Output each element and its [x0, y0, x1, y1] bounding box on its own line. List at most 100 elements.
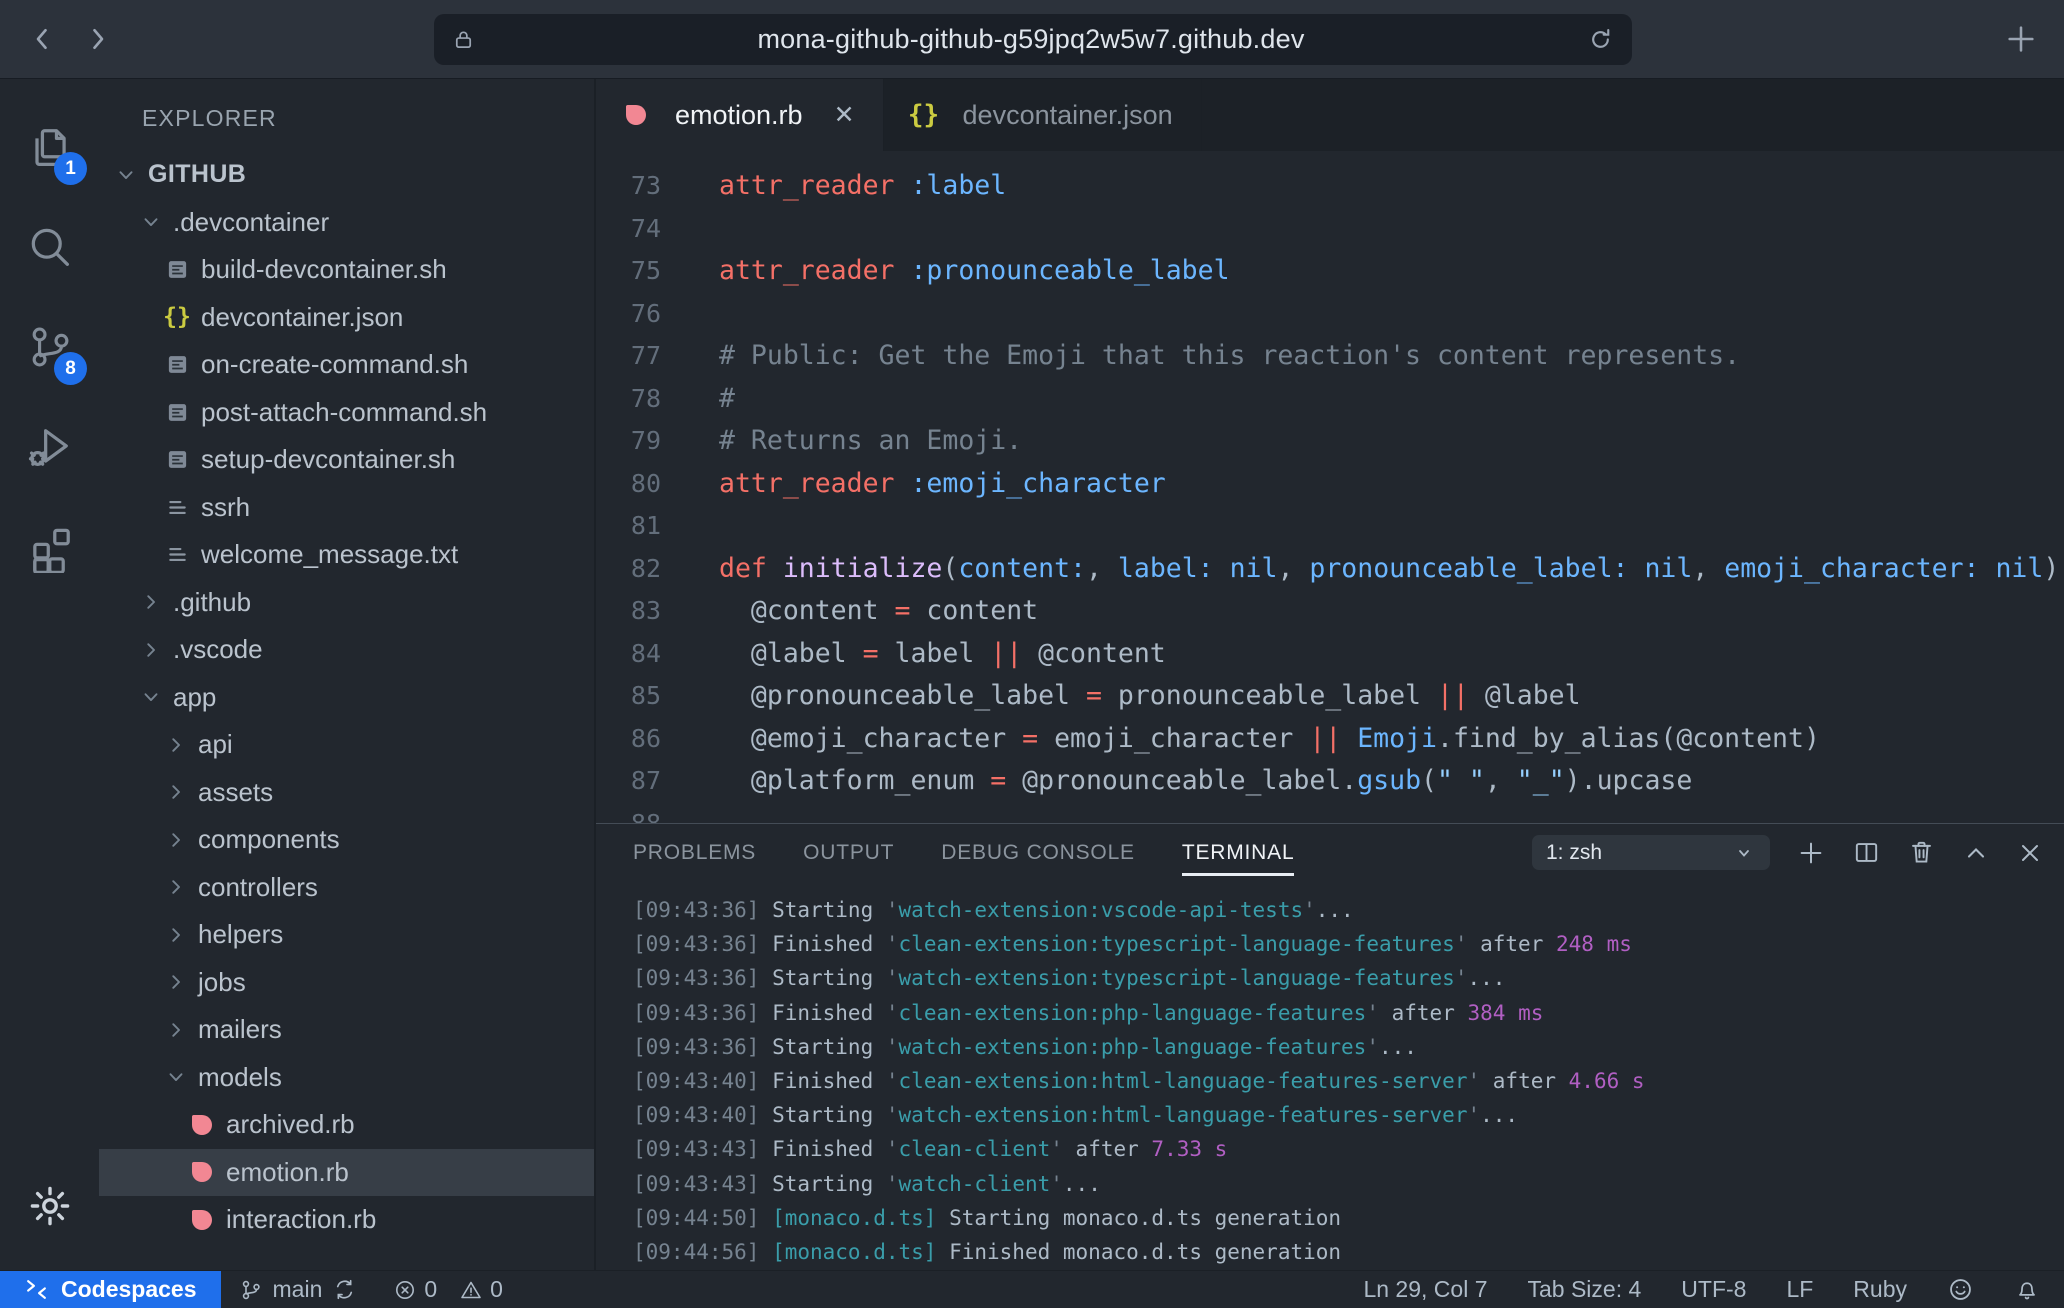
- code-token: emoji_character: [1038, 723, 1309, 754]
- eol-sequence[interactable]: LF: [1786, 1276, 1813, 1303]
- status-bar: Codespaces main 0 0 Ln 29, Col 7 Tab Siz…: [0, 1270, 2064, 1308]
- code-token: @emoji_character: [719, 723, 1022, 754]
- tree-item-devcontainer-json[interactable]: {}devcontainer.json: [99, 294, 594, 342]
- chevron-right-icon: [165, 781, 187, 803]
- terminal-token: [09:44:56]: [633, 1240, 772, 1264]
- feedback-smiley-icon[interactable]: [1947, 1276, 1974, 1303]
- new-terminal-icon[interactable]: [1796, 838, 1826, 868]
- code-token: =: [1086, 680, 1102, 711]
- tree-item-label: build-devcontainer.sh: [201, 254, 447, 285]
- activitybar-source-control[interactable]: 8: [0, 297, 99, 397]
- tree-item-archived-rb[interactable]: archived.rb: [99, 1101, 594, 1149]
- settings-gear-button[interactable]: [0, 1156, 99, 1256]
- tree-item-welcome-message-txt[interactable]: welcome_message.txt: [99, 531, 594, 579]
- terminal-line: [09:43:36] Starting 'watch-extension:vsc…: [633, 893, 2064, 927]
- tree-item-build-devcontainer-sh[interactable]: build-devcontainer.sh: [99, 246, 594, 294]
- panel-tab-debug-console[interactable]: DEBUG CONSOLE: [941, 824, 1135, 881]
- code-token: (: [942, 553, 958, 584]
- activitybar-run-debug[interactable]: [0, 397, 99, 497]
- code-line-85: 85 @pronounceable_label = pronounceable_…: [596, 675, 2064, 718]
- refresh-icon[interactable]: [1587, 26, 1614, 53]
- terminal-token: ': [886, 898, 899, 922]
- lock-icon: [452, 28, 475, 51]
- back-icon[interactable]: [28, 24, 58, 54]
- line-number: 81: [596, 505, 661, 548]
- new-tab-icon[interactable]: [2004, 22, 2038, 56]
- terminal-output[interactable]: [09:43:36] Starting 'watch-extension:vsc…: [596, 881, 2064, 1270]
- tab-size[interactable]: Tab Size: 4: [1527, 1276, 1641, 1303]
- panel-tab-output[interactable]: OUTPUT: [803, 824, 894, 881]
- chevron-right-icon: [165, 829, 187, 851]
- tree-item--devcontainer[interactable]: .devcontainer: [99, 199, 594, 247]
- address-bar[interactable]: mona-github-github-g59jpq2w5w7.github.de…: [434, 14, 1632, 65]
- split-terminal-icon[interactable]: [1852, 838, 1881, 867]
- code-token: =: [990, 765, 1006, 796]
- terminal-line: [09:43:36] Starting 'watch-extension:php…: [633, 1030, 2064, 1064]
- tree-item-models[interactable]: models: [99, 1054, 594, 1102]
- forward-icon[interactable]: [82, 24, 112, 54]
- branch-indicator[interactable]: main: [221, 1271, 376, 1308]
- tree-item-label: devcontainer.json: [201, 302, 403, 333]
- line-number: 88: [596, 803, 661, 824]
- code-token: attr_reader: [719, 255, 895, 286]
- close-tab-icon[interactable]: ✕: [834, 100, 855, 130]
- terminal-token: ': [886, 966, 899, 990]
- sync-icon[interactable]: [332, 1277, 357, 1302]
- status-left: Codespaces main 0 0: [0, 1271, 521, 1308]
- code-editor[interactable]: 73attr_reader :label7475attr_reader :pro…: [596, 151, 2064, 823]
- encoding[interactable]: UTF-8: [1681, 1276, 1746, 1303]
- code-text: # Returns an Emoji.: [661, 420, 1022, 463]
- maximize-panel-icon[interactable]: [1962, 839, 1990, 867]
- tree-item-emotion-rb[interactable]: emotion.rb: [99, 1149, 594, 1197]
- terminal-token: ': [1467, 1069, 1480, 1093]
- code-text: [661, 505, 719, 548]
- tree-item-controllers[interactable]: controllers: [99, 864, 594, 912]
- terminal-line: [09:44:50] [monaco.d.ts] Starting monaco…: [633, 1201, 2064, 1235]
- tree-item-on-create-command-sh[interactable]: on-create-command.sh: [99, 341, 594, 389]
- terminal-selector[interactable]: 1: zsh: [1532, 835, 1770, 870]
- tree-item-interaction-rb[interactable]: interaction.rb: [99, 1196, 594, 1244]
- chevron-right-icon: [165, 876, 187, 898]
- tree-item-api[interactable]: api: [99, 721, 594, 769]
- tree-item-post-attach-command-sh[interactable]: post-attach-command.sh: [99, 389, 594, 437]
- panel-tab-problems[interactable]: PROBLEMS: [633, 824, 756, 881]
- tree-item-jobs[interactable]: jobs: [99, 959, 594, 1007]
- tree-item-app[interactable]: app: [99, 674, 594, 722]
- tree-item-label: on-create-command.sh: [201, 349, 468, 380]
- terminal-line: [09:44:56] [monaco.d.ts] Finished monaco…: [633, 1235, 2064, 1269]
- tree-item-helpers[interactable]: helpers: [99, 911, 594, 959]
- activitybar-search[interactable]: [0, 197, 99, 297]
- tree-item-assets[interactable]: assets: [99, 769, 594, 817]
- explorer-title: EXPLORER: [99, 79, 594, 132]
- line-number: 74: [596, 208, 661, 251]
- notifications-bell-icon[interactable]: [2014, 1277, 2040, 1303]
- code-token: content:: [958, 553, 1086, 584]
- code-text: attr_reader :label: [661, 165, 1006, 208]
- activitybar-explorer[interactable]: 1: [0, 97, 99, 197]
- tree-item-components[interactable]: components: [99, 816, 594, 864]
- line-number: 83: [596, 590, 661, 633]
- tree-item--vscode[interactable]: .vscode: [99, 626, 594, 674]
- activitybar-extensions[interactable]: [0, 497, 99, 597]
- code-text: @label = label || @content: [661, 633, 1166, 676]
- codespaces-remote-button[interactable]: Codespaces: [0, 1271, 221, 1308]
- terminal-token: ': [886, 1137, 899, 1161]
- tab-devcontainer-json[interactable]: {} devcontainer.json: [884, 79, 1202, 151]
- cursor-position[interactable]: Ln 29, Col 7: [1363, 1276, 1487, 1303]
- tab-emotion-rb[interactable]: emotion.rb ✕: [596, 79, 884, 151]
- panel-tab-terminal[interactable]: TERMINAL: [1182, 824, 1295, 881]
- language-mode[interactable]: Ruby: [1853, 1276, 1907, 1303]
- close-panel-icon[interactable]: [2016, 839, 2044, 867]
- problems-indicator[interactable]: 0 0: [375, 1271, 521, 1308]
- code-token: emoji_character:: [1708, 553, 1979, 584]
- terminal-token: Starting: [772, 1103, 886, 1127]
- tree-item-ssrh[interactable]: ssrh: [99, 484, 594, 532]
- code-token: @pronounceable_label.: [1006, 765, 1357, 796]
- tree-item-setup-devcontainer-sh[interactable]: setup-devcontainer.sh: [99, 436, 594, 484]
- code-line-86: 86 @emoji_character = emoji_character ||…: [596, 718, 2064, 761]
- terminal-token: clean-extension:html-language-features-s…: [899, 1069, 1468, 1093]
- tree-item-mailers[interactable]: mailers: [99, 1006, 594, 1054]
- kill-terminal-icon[interactable]: [1907, 838, 1936, 867]
- tree-item-github[interactable]: GITHUB: [99, 151, 594, 199]
- tree-item--github[interactable]: .github: [99, 579, 594, 627]
